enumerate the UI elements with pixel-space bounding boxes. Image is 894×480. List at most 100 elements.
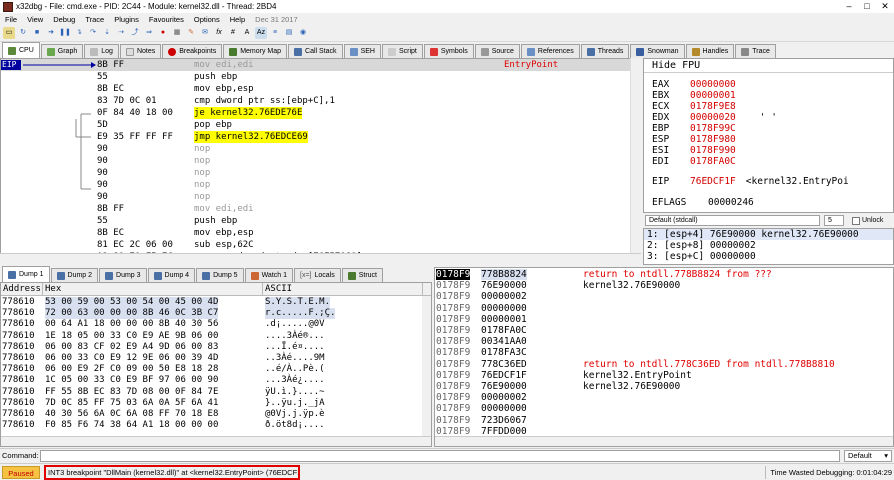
stack-horizontal-scrollbar[interactable] — [435, 436, 893, 446]
disasm-row[interactable]: 90 nop — [1, 167, 640, 179]
tab-handles[interactable]: Handles — [685, 44, 735, 58]
about-icon[interactable]: ◉ — [297, 27, 309, 39]
script-icon[interactable]: ✉ — [199, 27, 211, 39]
register-eax[interactable]: EAX 00000000 — [652, 79, 760, 90]
menu-plugins[interactable]: Plugins — [109, 15, 144, 24]
tab-seh[interactable]: SEH — [343, 44, 381, 58]
disasm-row[interactable]: 90 nop — [1, 143, 640, 155]
disasm-row[interactable]: 8B FF mov edi,edi — [1, 203, 640, 215]
disasm-row[interactable]: 81 EC 2C 06 00 sub esp,62C — [1, 239, 640, 251]
tab-references[interactable]: References — [520, 44, 580, 58]
unlock-checkbox[interactable] — [852, 216, 860, 225]
stack-row[interactable]: 0178F9 723D6067 — [435, 415, 893, 426]
hex-column-header[interactable]: Hex — [43, 283, 263, 296]
tab-script[interactable]: Script — [381, 44, 423, 58]
tab-source[interactable]: Source — [474, 44, 520, 58]
tab-cpu[interactable]: CPU — [2, 42, 40, 58]
disasm-row[interactable]: 83 7D 0C 01 cmp dword ptr ss:[ebp+C],1 — [1, 95, 640, 107]
tab-watch-1[interactable]: Watch 1 — [244, 268, 293, 282]
menu-help[interactable]: Help — [225, 15, 250, 24]
disasm-row[interactable]: 8B EC mov ebp,esp — [1, 83, 640, 95]
aa-icon[interactable]: Az — [255, 27, 267, 39]
restart-icon[interactable]: ↻ — [17, 27, 29, 39]
step-into-icon[interactable]: ↴ — [73, 27, 85, 39]
register-ebp[interactable]: EBP 0178F99C — [652, 123, 760, 134]
register-ebx[interactable]: EBX 00000001 — [652, 90, 760, 101]
register-ecx[interactable]: ECX 0178F9E8 — [652, 101, 760, 112]
register-edi[interactable]: EDI 0178FA0C — [652, 156, 760, 167]
stack-row[interactable]: 0178F9 76EDCF1F kernel32.EntryPoint — [435, 370, 893, 381]
disasm-row[interactable]: 90 nop — [1, 191, 640, 203]
step-over-icon[interactable]: ↷ — [87, 27, 99, 39]
tab-snowman[interactable]: Snowman — [630, 44, 685, 58]
stack-row[interactable]: 0178F9 00341AA0 — [435, 336, 893, 347]
tab-locals[interactable]: [x=] Locals — [294, 268, 341, 282]
minimize-button[interactable]: – — [840, 0, 858, 13]
registers-view[interactable]: Hide FPU EAX 00000000 EBX 00000001 ECX 0178F9… — [643, 58, 894, 213]
tab-graph[interactable]: Graph — [40, 44, 84, 58]
tab-notes[interactable]: Notes — [119, 44, 162, 58]
stack-row[interactable]: 0178F9 00000002 — [435, 291, 893, 302]
maximize-button[interactable]: □ — [858, 0, 876, 13]
stack-row[interactable]: 0178F9 76E90000 kernel32.76E90000 — [435, 280, 893, 291]
command-type-select[interactable]: Default ▾ — [844, 450, 892, 462]
eflags-register[interactable]: EFLAGS 00000246 — [652, 197, 754, 208]
stack-view[interactable]: 0178F9 778B8824 return to ntdll.778B8824 f… — [434, 267, 894, 447]
call-convention-select[interactable]: Default (stdcall) — [645, 215, 820, 226]
memory-icon[interactable]: ▦ — [171, 27, 183, 39]
dump-vertical-scrollbar[interactable] — [422, 296, 431, 436]
trace-into-icon[interactable]: ⇣ — [101, 27, 113, 39]
disasm-row[interactable]: 5D pop ebp — [1, 119, 640, 131]
menu-debug[interactable]: Debug — [48, 15, 80, 24]
command-input[interactable] — [40, 450, 840, 462]
run-icon[interactable]: ➜ — [45, 27, 57, 39]
register-esi[interactable]: ESI 0178F990 — [652, 145, 760, 156]
hex-dump-view[interactable]: Address Hex ASCII 778610 53 00 59 00 53 0… — [0, 282, 432, 447]
disasm-row[interactable]: 55 push ebp — [1, 71, 640, 83]
disassembly-view[interactable]: 8B FF mov edi,edi EntryPoint 55 push ebp 8B E… — [0, 58, 641, 265]
arg-row-2[interactable]: 2: [esp+8] 00000002 — [644, 240, 893, 251]
arguments-view[interactable]: 1: [esp+4] 76E90000 kernel32.76E90000 2:… — [643, 228, 894, 265]
menu-file[interactable]: File — [0, 15, 22, 24]
tab-memory-map[interactable]: Memory Map — [223, 44, 288, 58]
tab-dump-1[interactable]: Dump 1 — [2, 266, 50, 282]
tab-trace[interactable]: Trace — [735, 44, 776, 58]
disasm-row[interactable]: 55 push ebp — [1, 215, 640, 227]
tab-dump-2[interactable]: Dump 2 — [50, 268, 99, 282]
trace-over-icon[interactable]: ⇢ — [115, 27, 127, 39]
menu-view[interactable]: View — [22, 15, 48, 24]
arg-row-1[interactable]: 1: [esp+4] 76E90000 kernel32.76E90000 — [644, 229, 893, 240]
address-column-header[interactable]: Address — [1, 283, 43, 296]
close-button[interactable]: ✕ — [876, 0, 894, 13]
stack-row[interactable]: 0178F9 0178FA0C — [435, 325, 893, 336]
log-icon[interactable]: ▤ — [283, 27, 295, 39]
close-icon[interactable]: ■ — [31, 27, 43, 39]
tab-struct[interactable]: Struct — [341, 268, 384, 282]
ascii-column-header[interactable]: ASCII — [263, 283, 423, 296]
stack-row[interactable]: 0178F9 778B8824 return to ntdll.778B8824 f… — [435, 269, 893, 281]
disasm-row[interactable]: 8B FF mov edi,edi EntryPoint — [1, 59, 640, 71]
menu-favourites[interactable]: Favourites — [144, 15, 189, 24]
menu-trace[interactable]: Trace — [80, 15, 109, 24]
run-to-user-code-icon[interactable]: ⇒ — [143, 27, 155, 39]
tab-dump-4[interactable]: Dump 4 — [147, 268, 196, 282]
hash-icon[interactable]: # — [227, 27, 239, 39]
tab-log[interactable]: Log — [84, 44, 119, 58]
stack-row[interactable]: 0178F9 778C36ED return to ntdll.778C36ED f… — [435, 359, 893, 370]
hide-fpu-button[interactable]: Hide FPU — [644, 59, 893, 73]
function-icon[interactable]: fx — [213, 27, 225, 39]
disasm-row[interactable]: 90 nop — [1, 179, 640, 191]
dump-horizontal-scrollbar[interactable] — [1, 436, 431, 446]
register-esp[interactable]: ESP 0178F980 — [652, 134, 760, 145]
disasm-row[interactable]: 90 nop — [1, 155, 640, 167]
stack-row[interactable]: 0178F9 00000000 — [435, 403, 893, 414]
stack-row[interactable]: 0178F9 0178FA3C — [435, 347, 893, 358]
stack-row[interactable]: 0178F9 76E90000 kernel32.76E90000 — [435, 381, 893, 392]
patch-icon[interactable]: ✎ — [185, 27, 197, 39]
disassembly-horizontal-scrollbar[interactable] — [0, 253, 641, 265]
open-icon[interactable]: ▭ — [3, 27, 15, 39]
highlight-icon[interactable]: ≡ — [269, 27, 281, 39]
disasm-row[interactable]: 0F 84 40 18 00 je kernel32.76EDE76E — [1, 107, 640, 119]
pause-icon[interactable]: ❚❚ — [59, 27, 71, 39]
tab-breakpoints[interactable]: Breakpoints — [162, 44, 223, 58]
